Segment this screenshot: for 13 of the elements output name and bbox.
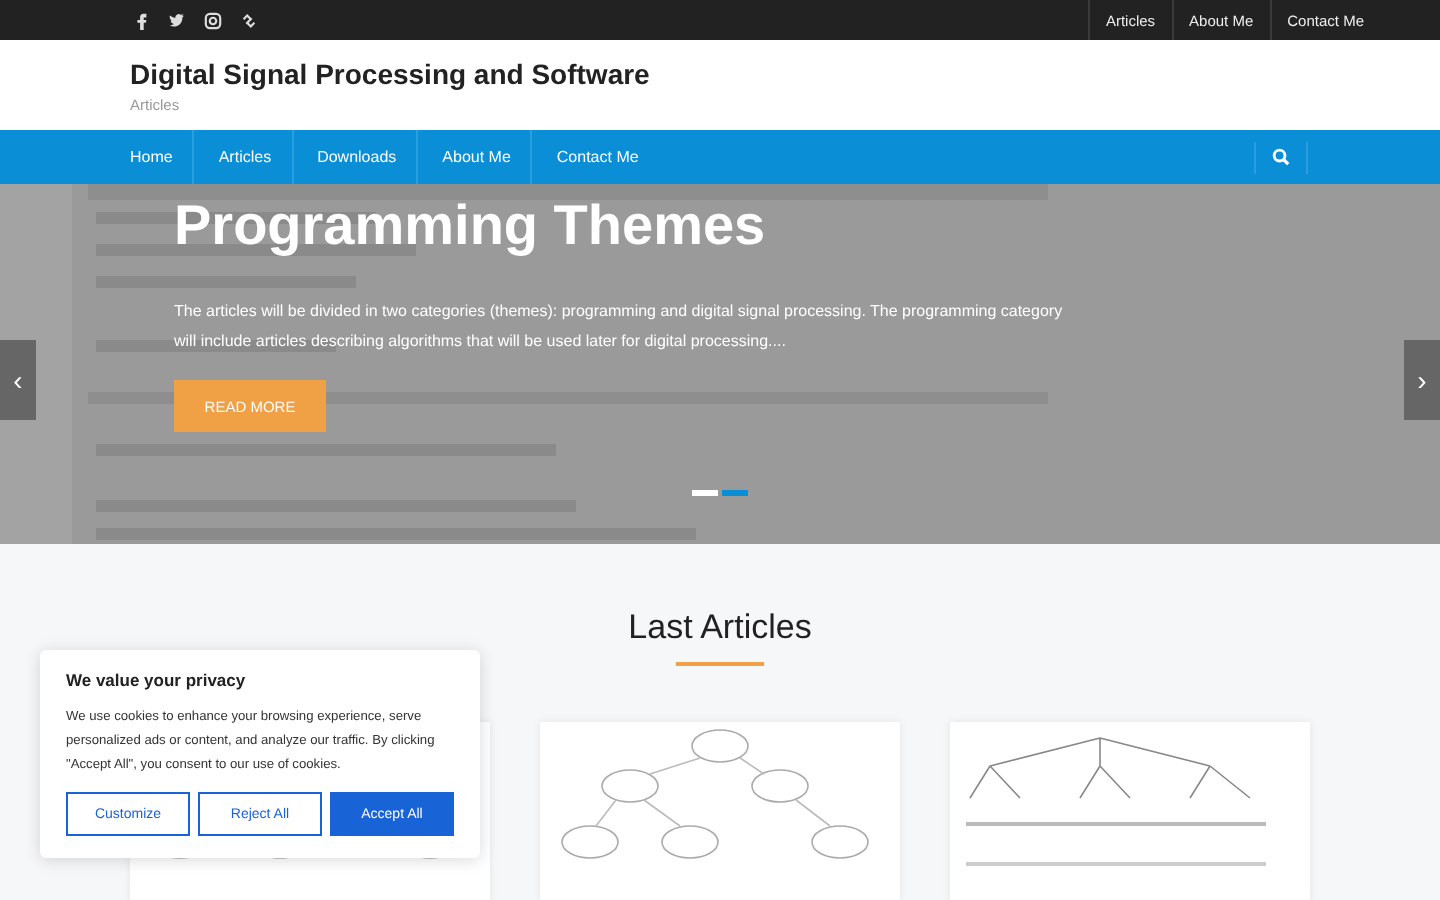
next-slide-button[interactable]: › — [1404, 340, 1440, 420]
twitter-icon[interactable] — [168, 11, 186, 29]
section-title: Last Articles — [628, 608, 812, 648]
search-icon[interactable] — [1272, 148, 1290, 166]
slide-text: The articles will be divided in two categories (themes): programming and digital signal processing. The programming category will include articles describing algorithms that will be used later for digital processing.... — [174, 300, 1065, 354]
instagram-icon[interactable] — [204, 11, 222, 29]
previous-slide-button[interactable]: ‹ — [0, 340, 36, 420]
link-icon[interactable] — [240, 11, 258, 29]
dialog-title: We value your privacy — [66, 670, 248, 690]
facebook-icon[interactable] — [132, 11, 150, 29]
slide-title: Programming Themes — [174, 192, 768, 260]
nav-link[interactable]: Contact Me — [546, 130, 659, 184]
site-title[interactable]: Digital Signal Processing and Software — [130, 57, 1310, 89]
